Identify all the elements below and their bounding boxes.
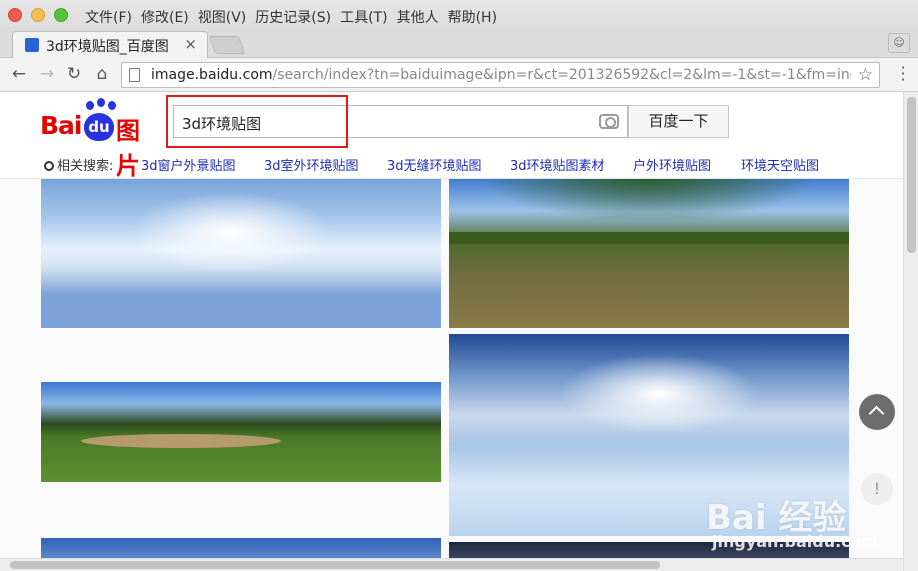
related-link-6[interactable]: 环境天空贴图 <box>741 155 819 174</box>
maximize-window-button[interactable] <box>54 8 68 22</box>
result-image-2[interactable] <box>449 172 849 328</box>
tab-strip: 🐾 3d环境贴图_百度图 × ☺ <box>0 30 918 58</box>
minimize-window-button[interactable] <box>31 8 45 22</box>
back-arrow-icon[interactable]: ← <box>8 64 30 84</box>
reload-icon[interactable]: ↻ <box>63 64 85 84</box>
baidu-paw-icon: 🐾 <box>25 38 39 52</box>
menu-edit[interactable]: 修改(E) <box>141 7 189 27</box>
highlight-annotation-box <box>166 95 348 148</box>
watermark-site: jingyan.baidu.com <box>712 532 879 551</box>
profile-icon[interactable]: ☺ <box>888 33 910 53</box>
menu-history[interactable]: 历史记录(S) <box>255 7 331 27</box>
result-image-3[interactable] <box>41 382 441 482</box>
page-viewport: Bai du 图片 3d环境贴图 百度一下 相关搜索: 3d窗户外景贴图 3d室… <box>0 92 918 571</box>
new-tab-button[interactable] <box>208 36 246 54</box>
menu-file[interactable]: 文件(F) <box>85 7 132 27</box>
menu-bar: 文件(F) 修改(E) 视图(V) 历史记录(S) 工具(T) 其他人 帮助(H… <box>85 7 506 27</box>
tab-title: 3d环境贴图_百度图 <box>46 39 169 55</box>
home-icon[interactable]: ⌂ <box>91 64 113 84</box>
menu-kebab-icon[interactable]: · · · <box>900 60 906 88</box>
search-button[interactable]: 百度一下 <box>628 105 729 138</box>
close-window-button[interactable] <box>8 8 22 22</box>
vertical-scrollbar[interactable] <box>903 92 918 571</box>
tab-active[interactable]: 🐾 3d环境贴图_百度图 × <box>12 31 208 58</box>
related-link-4[interactable]: 3d环境贴图素材 <box>510 155 605 174</box>
menu-tools[interactable]: 工具(T) <box>340 7 387 27</box>
feedback-button[interactable]: ! <box>861 473 893 505</box>
menu-help[interactable]: 帮助(H) <box>448 7 497 27</box>
tab-close-icon[interactable]: × <box>184 35 197 53</box>
scroll-to-top-button[interactable] <box>859 394 895 430</box>
address-bar[interactable]: image.baidu.com/search/index?tn=baiduima… <box>121 62 880 88</box>
browser-toolbar: ← → ↻ ⌂ image.baidu.com/search/index?tn=… <box>0 58 918 92</box>
camera-icon[interactable] <box>599 114 619 129</box>
menu-view[interactable]: 视图(V) <box>198 7 247 27</box>
horizontal-scrollbar[interactable] <box>0 558 903 571</box>
forward-arrow-icon[interactable]: → <box>36 64 58 84</box>
bookmark-star-icon[interactable]: ☆ <box>858 65 873 85</box>
title-bar: 文件(F) 修改(E) 视图(V) 历史记录(S) 工具(T) 其他人 帮助(H… <box>0 0 918 30</box>
result-image-1[interactable] <box>41 172 441 328</box>
page-icon <box>129 68 140 82</box>
url-text[interactable]: image.baidu.com/search/index?tn=baiduima… <box>151 67 851 83</box>
menu-people[interactable]: 其他人 <box>397 7 439 27</box>
related-searches: 相关搜索: 3d窗户外景贴图 3d室外环境贴图 3d无缝环境贴图 3d环境贴图素… <box>44 155 819 174</box>
search-header: Bai du 图片 3d环境贴图 百度一下 相关搜索: 3d窗户外景贴图 3d室… <box>0 92 903 180</box>
search-icon <box>44 161 54 171</box>
related-link-1[interactable]: 3d窗户外景贴图 <box>141 155 236 174</box>
result-image-5[interactable] <box>41 538 441 558</box>
baidu-image-logo[interactable]: Bai du 图片 <box>40 98 160 180</box>
related-link-5[interactable]: 户外环境贴图 <box>633 155 711 174</box>
related-link-3[interactable]: 3d无缝环境贴图 <box>387 155 482 174</box>
related-link-2[interactable]: 3d室外环境贴图 <box>264 155 359 174</box>
related-label: 相关搜索: <box>57 159 114 174</box>
